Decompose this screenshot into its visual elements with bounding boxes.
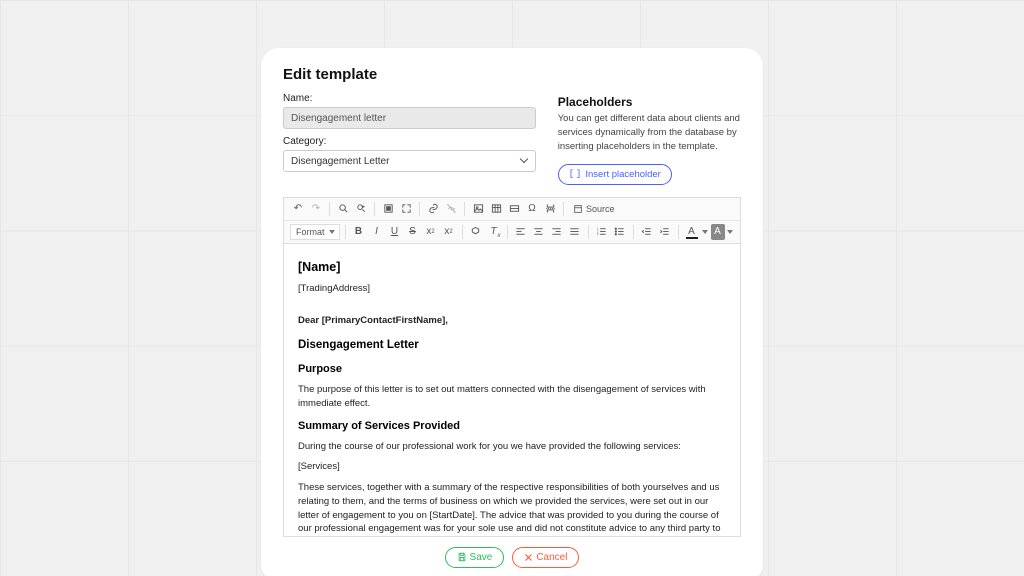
removeformat-icon[interactable]: Tx — [486, 224, 502, 240]
save-button[interactable]: Save — [445, 547, 505, 568]
bold-icon[interactable]: B — [351, 224, 367, 240]
selectall-icon[interactable] — [380, 201, 396, 217]
cancel-button[interactable]: Cancel — [512, 547, 579, 568]
underline-icon[interactable]: U — [387, 224, 403, 240]
placeholders-heading: Placeholders — [558, 95, 741, 109]
doc-p-purpose: The purpose of this letter is to set out… — [298, 383, 726, 411]
brackets-icon: [ ] — [569, 169, 582, 179]
save-disk-icon — [457, 552, 467, 562]
align-right-icon[interactable] — [549, 224, 565, 240]
doc-h-purpose: Purpose — [298, 362, 726, 378]
doc-name: [Name] — [298, 258, 726, 276]
doc-p-services: [Services] — [298, 460, 726, 474]
doc-greeting: Dear [PrimaryContactFirstName], — [298, 314, 726, 328]
outdent-icon[interactable] — [639, 224, 655, 240]
doc-p-summary2: These services, together with a summary … — [298, 481, 726, 537]
source-button[interactable]: Source — [569, 201, 619, 217]
doc-h-letter: Disengagement Letter — [298, 337, 726, 354]
strike-icon[interactable]: S — [405, 224, 421, 240]
redo-icon[interactable]: ↷ — [308, 201, 324, 217]
insert-placeholder-label: Insert placeholder — [585, 169, 661, 180]
cancel-label: Cancel — [536, 552, 567, 563]
replace-icon[interactable] — [353, 201, 369, 217]
align-justify-icon[interactable] — [567, 224, 583, 240]
link-icon[interactable] — [425, 201, 441, 217]
bullet-list-icon[interactable] — [612, 224, 628, 240]
indent-icon[interactable] — [657, 224, 673, 240]
image-icon[interactable] — [470, 201, 486, 217]
text-color-dd-icon[interactable] — [702, 230, 709, 234]
insert-placeholder-button[interactable]: [ ] Insert placeholder — [558, 164, 672, 185]
doc-h-summary: Summary of Services Provided — [298, 419, 726, 435]
table-icon[interactable] — [488, 201, 504, 217]
name-label: Name: — [283, 93, 536, 104]
placeholders-help: You can get different data about clients… — [558, 112, 741, 153]
rich-text-editor[interactable]: [Name] [TradingAddress] Dear [PrimaryCon… — [283, 244, 741, 537]
category-label: Category: — [283, 136, 536, 147]
doc-p-summary1: During the course of our professional wo… — [298, 440, 726, 454]
editor-toolbar: ↶ ↷ — [283, 197, 741, 244]
hr-icon[interactable] — [506, 201, 522, 217]
maximize-icon[interactable] — [398, 201, 414, 217]
search-icon[interactable] — [335, 201, 351, 217]
italic-icon[interactable]: I — [369, 224, 385, 240]
name-input[interactable] — [283, 107, 536, 129]
pagebreak-icon[interactable] — [542, 201, 558, 217]
bg-color-dd-icon[interactable] — [727, 230, 734, 234]
category-value: Disengagement Letter — [291, 156, 389, 167]
format-select[interactable]: Format — [290, 224, 340, 240]
bg-color-icon[interactable]: A — [711, 224, 725, 240]
dialog-title: Edit template — [283, 66, 741, 83]
text-color-icon[interactable]: A — [684, 224, 700, 240]
doc-trading-address: [TradingAddress] — [298, 282, 726, 296]
edit-template-dialog: Edit template Name: Category: Disengagem… — [261, 48, 763, 576]
undo-icon[interactable]: ↶ — [290, 201, 306, 217]
unlink-icon[interactable] — [443, 201, 459, 217]
category-select[interactable]: Disengagement Letter — [283, 150, 536, 172]
align-center-icon[interactable] — [531, 224, 547, 240]
superscript-icon[interactable]: x2 — [441, 224, 457, 240]
specialchar-icon[interactable]: Ω — [524, 201, 540, 217]
copyformat-icon[interactable] — [468, 224, 484, 240]
numbered-list-icon[interactable]: 123 — [594, 224, 610, 240]
subscript-icon[interactable]: x2 — [423, 224, 439, 240]
close-icon — [524, 553, 533, 562]
svg-text:3: 3 — [597, 232, 599, 236]
save-label: Save — [470, 552, 493, 563]
align-left-icon[interactable] — [513, 224, 529, 240]
